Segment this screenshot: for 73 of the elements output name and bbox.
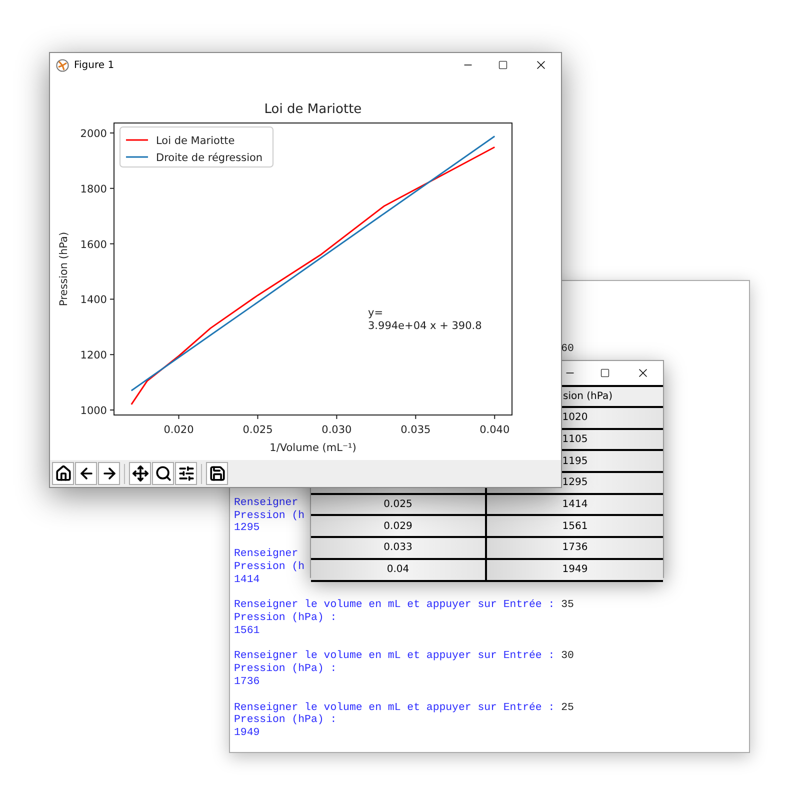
y-tick: 1400 bbox=[80, 294, 114, 306]
configure-button[interactable] bbox=[175, 462, 197, 486]
y-tick-label: 1800 bbox=[80, 183, 107, 196]
arrow-right-icon bbox=[100, 465, 118, 482]
save-icon bbox=[208, 465, 226, 482]
x-tick-label: 0.030 bbox=[322, 424, 352, 436]
typed-value-text: 60 bbox=[561, 343, 574, 355]
console-text: 1561 bbox=[234, 624, 260, 637]
forward-button[interactable] bbox=[98, 462, 120, 486]
search-icon bbox=[154, 465, 172, 482]
x-tick: 0.035 bbox=[400, 414, 431, 436]
move-icon bbox=[132, 465, 148, 482]
x-tick-label: 0.020 bbox=[164, 424, 194, 436]
chart-title: Loi de Mariotte bbox=[264, 102, 362, 117]
y-tick-label: 1200 bbox=[80, 350, 107, 362]
table-cell: 1414 bbox=[487, 494, 663, 516]
home-button[interactable] bbox=[52, 462, 74, 486]
console-text: Pression (h bbox=[234, 510, 305, 522]
table-cell: 1736 bbox=[487, 538, 663, 560]
y-tick: 1000 bbox=[80, 405, 114, 418]
table-cell: 1561 bbox=[487, 516, 663, 538]
window-title: Figure 1 bbox=[74, 58, 114, 72]
x-tick: 0.025 bbox=[242, 414, 273, 436]
table-cell: 0.04 bbox=[311, 560, 487, 582]
x-tick: 0.020 bbox=[164, 414, 194, 436]
console-prompt: Renseigner le volume en mL et appuyer sur Entrée : bbox=[234, 702, 556, 714]
y-tick-label: 1600 bbox=[80, 238, 107, 251]
x-tick-label: 0.035 bbox=[400, 424, 431, 436]
typed-value-text: 30 bbox=[561, 650, 574, 664]
legend-label: Loi de Mariotte bbox=[156, 135, 235, 147]
console-text: Renseigner bbox=[234, 548, 298, 560]
table-cell: 1949 bbox=[487, 560, 663, 582]
save-button[interactable] bbox=[206, 462, 228, 486]
y-tick: 1200 bbox=[80, 350, 114, 362]
console-text: Renseigner bbox=[234, 496, 298, 509]
y-tick-label: 1400 bbox=[80, 294, 107, 306]
arrow-left-icon bbox=[78, 465, 94, 482]
console-text: 1736 bbox=[234, 676, 260, 688]
table-cell: 0.033 bbox=[311, 538, 487, 560]
console-text: 1295 bbox=[234, 522, 260, 534]
app-logo-icon bbox=[56, 58, 69, 72]
console-text: Pression (hPa) : bbox=[234, 714, 337, 726]
console-text: Pression (hPa) : bbox=[234, 663, 337, 676]
console-prompt: Renseigner le volume en mL et appuyer sur Entrée : bbox=[234, 650, 556, 663]
regression-equation: y= 3.994e+04 x + 390.8 bbox=[368, 307, 482, 332]
zoom-button[interactable] bbox=[152, 462, 174, 486]
console-text: 1414 bbox=[234, 574, 260, 586]
pan-button[interactable] bbox=[129, 462, 151, 486]
console-text: Pression (h bbox=[234, 560, 305, 573]
back-button[interactable] bbox=[75, 462, 97, 486]
y-axis-label: Pression (hPa) bbox=[58, 232, 70, 306]
x-axis-label: 1/Volume (mL⁻¹) bbox=[270, 442, 356, 454]
y-tick: 2000 bbox=[80, 128, 114, 140]
y-tick-label: 1000 bbox=[80, 405, 107, 418]
x-tick-label: 0.025 bbox=[242, 424, 273, 436]
y-tick-label: 2000 bbox=[80, 128, 107, 140]
sliders-icon bbox=[178, 465, 194, 482]
maximize-icon bbox=[498, 60, 508, 70]
console-text: Pression (hPa) : bbox=[234, 612, 337, 624]
typed-value-text: 25 bbox=[561, 702, 574, 714]
home-icon bbox=[54, 465, 72, 482]
close-icon bbox=[534, 58, 548, 72]
console-text: 1949 bbox=[234, 727, 260, 740]
typed-value-text: 35 bbox=[561, 599, 574, 612]
y-tick: 1600 bbox=[80, 238, 114, 251]
console-prompt: Renseigner le volume en mL et appuyer sur Entrée : bbox=[234, 599, 556, 612]
maximize-icon bbox=[600, 368, 610, 378]
legend-label: Droite de régression bbox=[156, 152, 263, 164]
y-tick: 1800 bbox=[80, 183, 114, 196]
table-cell: 0.029 bbox=[311, 516, 487, 538]
x-tick: 0.030 bbox=[322, 414, 352, 436]
close-icon bbox=[636, 366, 650, 380]
table-cell: 0.025 bbox=[311, 494, 487, 516]
